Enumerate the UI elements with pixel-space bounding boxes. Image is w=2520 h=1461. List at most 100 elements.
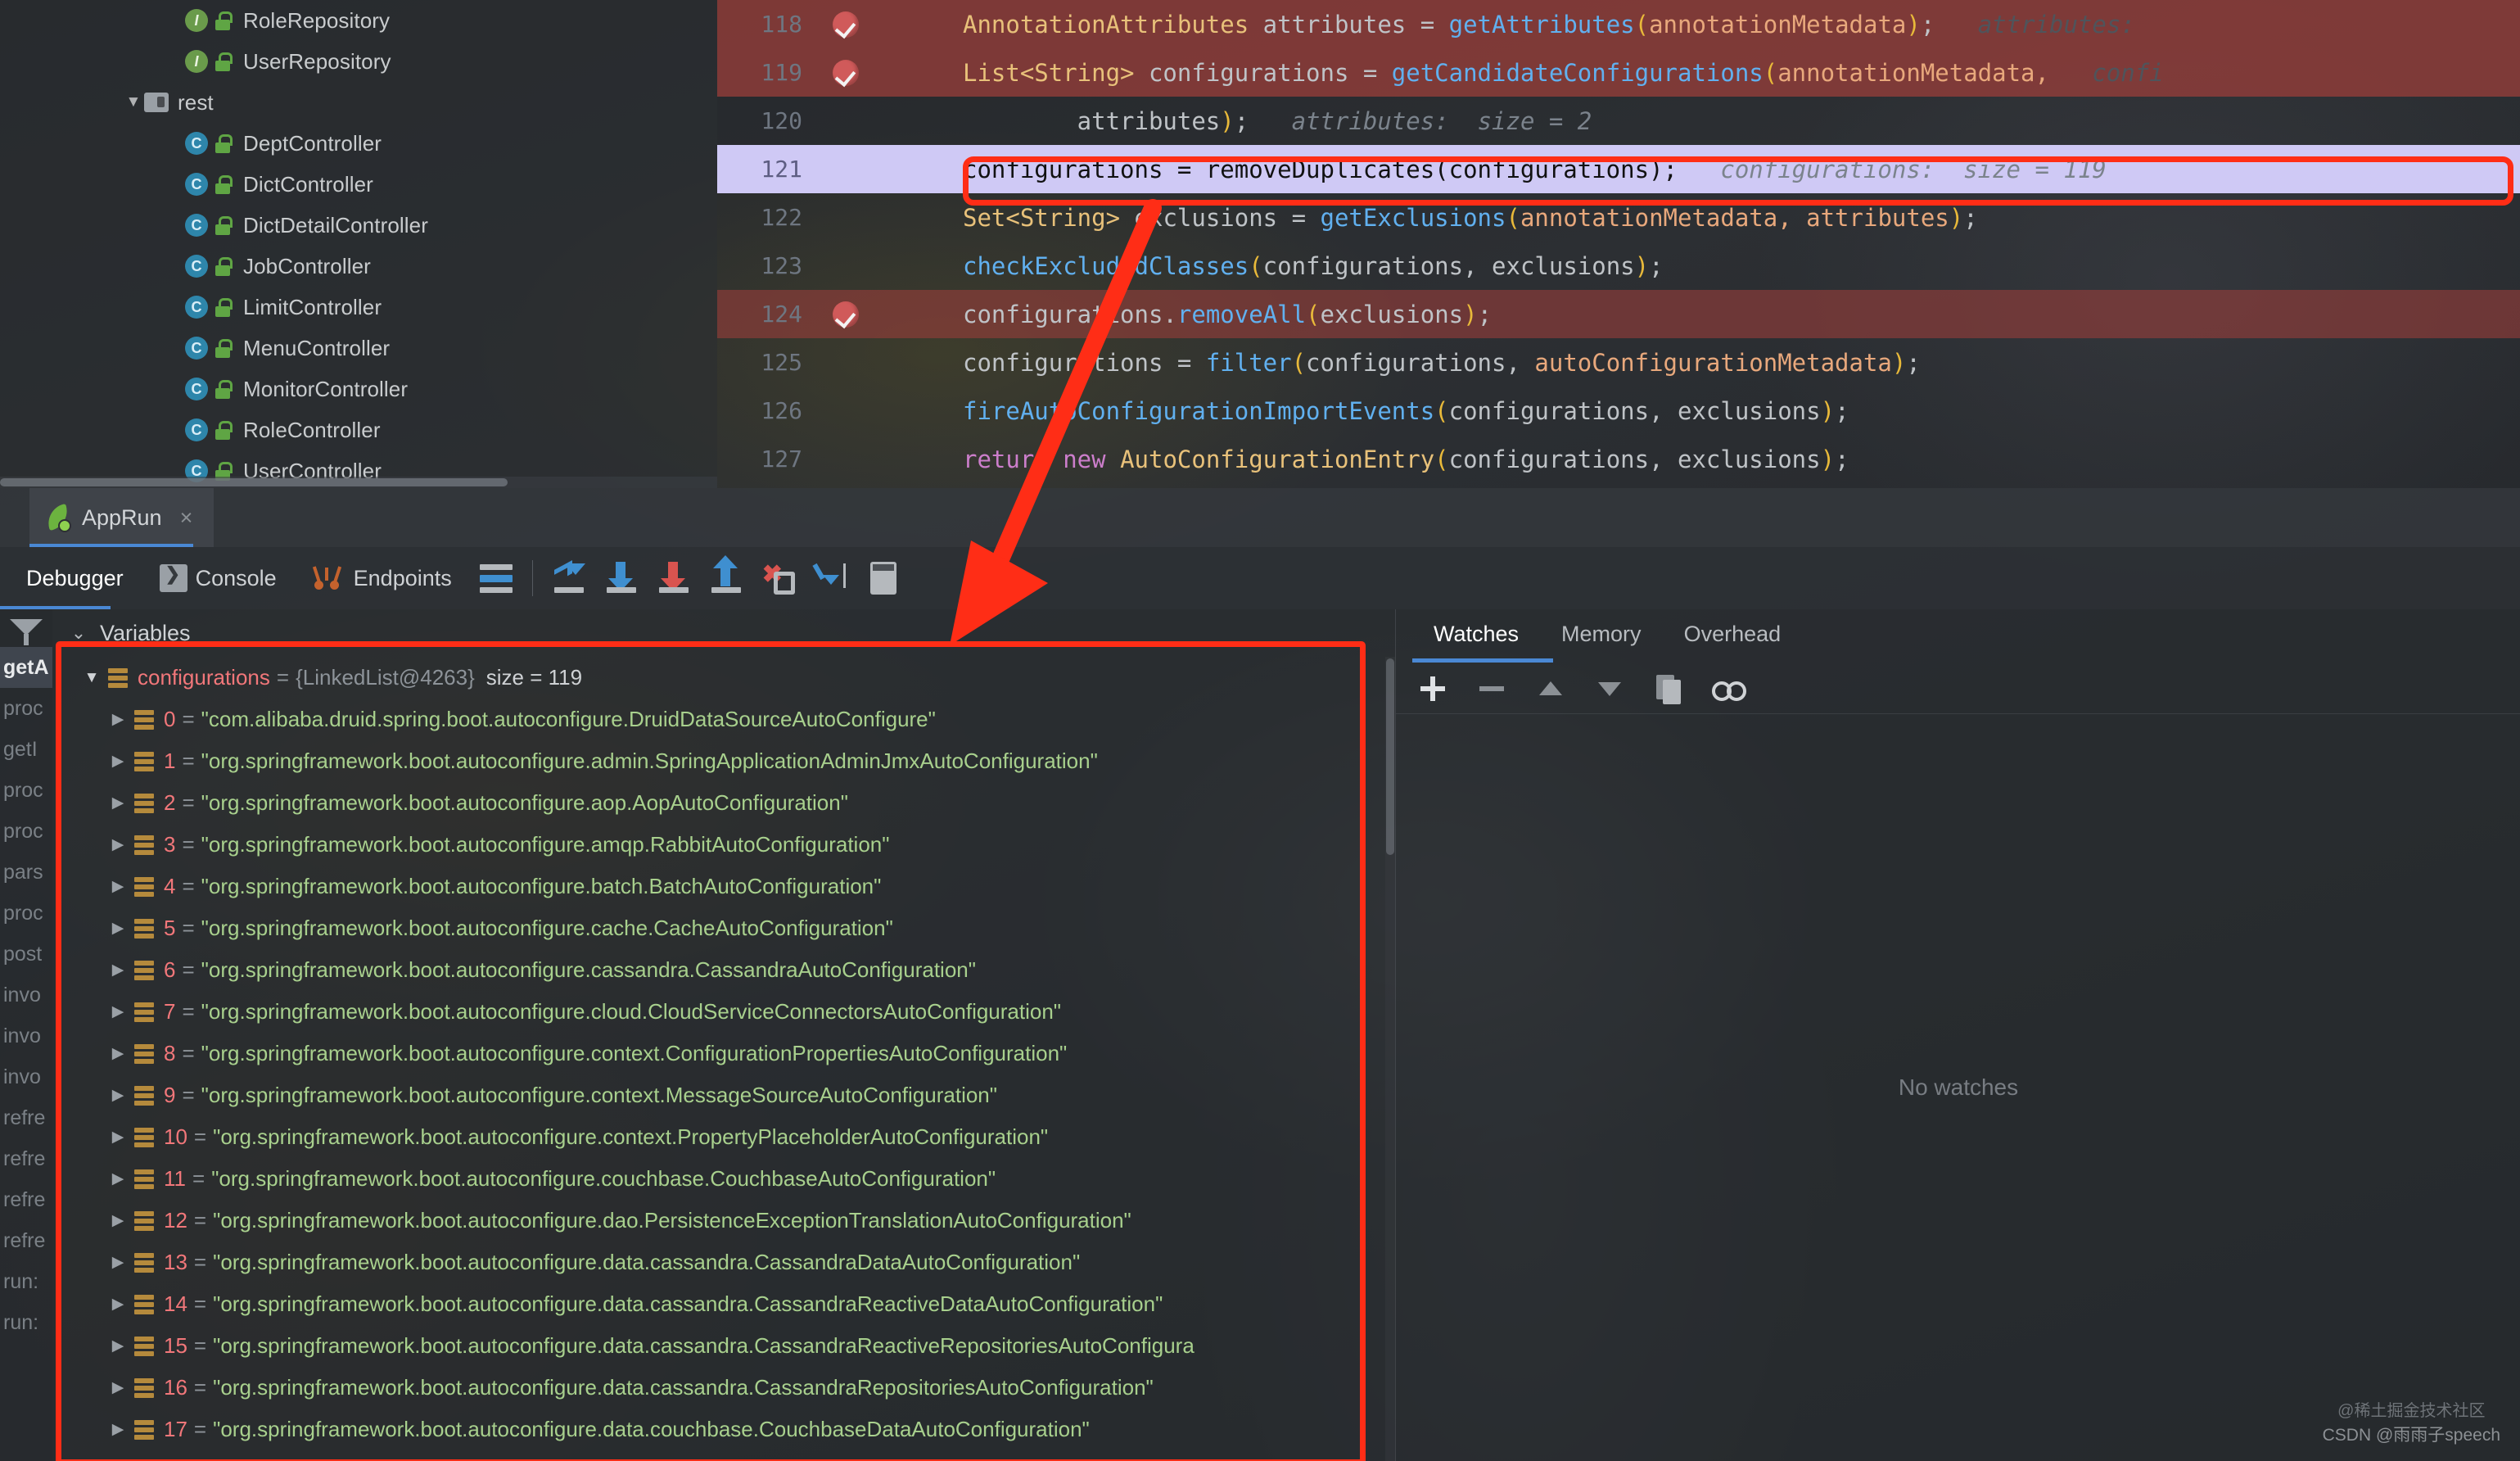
- move-up-icon[interactable]: [1532, 670, 1569, 708]
- expand-twisty-icon[interactable]: ▶: [102, 1169, 134, 1188]
- breakpoint-icon[interactable]: [833, 301, 859, 328]
- variable-item-row[interactable]: ▶ 6 = "org.springframework.boot.autoconfigu…: [52, 949, 1395, 991]
- variable-item-row[interactable]: ▶ 9 = "org.springframework.boot.autoconfigu…: [52, 1074, 1395, 1116]
- variable-item-row[interactable]: ▶ 16 = "org.springframework.boot.autoconfig…: [52, 1367, 1395, 1409]
- variable-item-row[interactable]: ▶ 7 = "org.springframework.boot.autoconfigu…: [52, 991, 1395, 1033]
- inspect-icon[interactable]: [1709, 670, 1746, 708]
- variables-panel[interactable]: ⌄ Variables ▼ configurations = {LinkedLi…: [52, 609, 1395, 1461]
- expand-twisty-icon[interactable]: ▶: [102, 1002, 134, 1021]
- tree-item-rolerepository[interactable]: I RoleRepository: [0, 0, 717, 41]
- code-line-118[interactable]: 118 AnnotationAttributes attributes = get…: [717, 0, 2520, 48]
- code-line-126[interactable]: 126 fireAutoConfigurationImportEvents(con…: [717, 387, 2520, 435]
- code-line-124[interactable]: 124 configurations.removeAll(exclusions);: [717, 290, 2520, 338]
- step-over-icon[interactable]: [548, 557, 590, 599]
- tab-debugger[interactable]: Debugger: [0, 566, 142, 591]
- expand-twisty-icon[interactable]: ▶: [102, 961, 134, 979]
- tree-item-jobcontroller[interactable]: C JobController: [0, 246, 717, 287]
- expand-twisty-icon[interactable]: ▶: [102, 1337, 134, 1355]
- tree-item-monitorcontroller[interactable]: C MonitorController: [0, 369, 717, 409]
- frame-row[interactable]: refre: [0, 1220, 52, 1261]
- close-icon[interactable]: ×: [180, 505, 193, 531]
- expand-twisty-icon[interactable]: ▶: [102, 1253, 134, 1272]
- variable-item-row[interactable]: ▶ 13 = "org.springframework.boot.autoconfig…: [52, 1242, 1395, 1283]
- variable-item-row[interactable]: ▶ 8 = "org.springframework.boot.autoconfigu…: [52, 1033, 1395, 1074]
- tree-item-userrepository[interactable]: I UserRepository: [0, 41, 717, 82]
- force-step-into-icon[interactable]: [653, 557, 695, 599]
- expand-twisty-icon[interactable]: ▶: [102, 1086, 134, 1105]
- add-watch-icon[interactable]: [1414, 670, 1452, 708]
- expand-twisty-icon[interactable]: ▶: [102, 1295, 134, 1314]
- frame-row[interactable]: proc: [0, 688, 52, 729]
- variables-vertical-scrollbar[interactable]: [1385, 657, 1395, 1461]
- breakpoint-gutter[interactable]: [815, 59, 876, 86]
- frames-panel[interactable]: getA proc getI proc proc pars proc post invo invo…: [0, 609, 52, 1461]
- watches-panel[interactable]: Watches Memory Overhead No watches: [1395, 609, 2520, 1461]
- variable-item-row[interactable]: ▶ 0 = "com.alibaba.druid.spring.boot.autoco…: [52, 699, 1395, 740]
- code-line-120[interactable]: 120 attributes); attributes: size = 2: [717, 97, 2520, 145]
- frame-row[interactable]: invo: [0, 1015, 52, 1056]
- frame-row[interactable]: invo: [0, 975, 52, 1015]
- variable-item-row[interactable]: ▶ 3 = "org.springframework.boot.autoconfigu…: [52, 824, 1395, 866]
- tree-item-deptcontroller[interactable]: C DeptController: [0, 123, 717, 164]
- variable-item-row[interactable]: ▶ 14 = "org.springframework.boot.autoconfig…: [52, 1283, 1395, 1325]
- variable-item-row[interactable]: ▶18="org.springframework.boot.autoconfig…: [52, 1450, 1395, 1461]
- tab-overhead[interactable]: Overhead: [1663, 622, 1803, 647]
- code-line-127[interactable]: 127 return new AutoConfigurationEntry(con…: [717, 435, 2520, 483]
- breakpoint-gutter[interactable]: [815, 11, 876, 38]
- expand-twisty-icon[interactable]: ▶: [102, 794, 134, 812]
- expand-twisty-icon[interactable]: ▶: [102, 835, 134, 854]
- frame-row[interactable]: post: [0, 934, 52, 975]
- expand-twisty-icon[interactable]: ▼: [75, 669, 108, 687]
- move-down-icon[interactable]: [1591, 670, 1628, 708]
- expand-twisty-icon[interactable]: ▶: [102, 710, 134, 729]
- frame-row[interactable]: refre: [0, 1138, 52, 1179]
- variable-item-row[interactable]: ▶ 15 = "org.springframework.boot.autoconfig…: [52, 1325, 1395, 1367]
- variable-item-row[interactable]: ▶ 11 = "org.springframework.boot.autoconfig…: [52, 1158, 1395, 1200]
- expand-twisty-icon[interactable]: ▶: [102, 1211, 134, 1230]
- tree-item-rest[interactable]: ▼ rest: [0, 82, 717, 123]
- frame-row[interactable]: refre: [0, 1097, 52, 1138]
- chevron-down-icon[interactable]: ⌄: [57, 622, 100, 644]
- variable-root-row[interactable]: ▼ configurations = {LinkedList@4263} siz…: [52, 657, 1395, 699]
- breakpoint-gutter[interactable]: [815, 301, 876, 328]
- variable-item-row[interactable]: ▶ 4 = "org.springframework.boot.autoconfigu…: [52, 866, 1395, 907]
- frame-row[interactable]: run:: [0, 1261, 52, 1302]
- drop-frame-icon[interactable]: ✖: [757, 557, 800, 599]
- variable-item-row[interactable]: ▶ 2 = "org.springframework.boot.autoconfigu…: [52, 782, 1395, 824]
- run-tab-apprun[interactable]: AppRun ×: [29, 488, 215, 547]
- breakpoint-icon[interactable]: [833, 59, 859, 86]
- tab-endpoints[interactable]: Endpoints: [295, 564, 470, 592]
- variables-header[interactable]: ⌄ Variables: [52, 609, 1395, 657]
- variable-item-row[interactable]: ▶ 10 = "org.springframework.boot.autoconfig…: [52, 1116, 1395, 1158]
- tree-item-limitcontroller[interactable]: C LimitController: [0, 287, 717, 328]
- tab-console[interactable]: Console: [142, 563, 295, 592]
- show-execution-point-icon[interactable]: [475, 557, 517, 599]
- frame-row[interactable]: pars: [0, 852, 52, 893]
- frame-row[interactable]: proc: [0, 811, 52, 852]
- breakpoint-icon[interactable]: [833, 11, 859, 38]
- tree-item-dictcontroller[interactable]: C DictController: [0, 164, 717, 205]
- filter-icon[interactable]: [10, 619, 43, 647]
- project-horizontal-scrollbar[interactable]: [0, 477, 717, 488]
- frame-row[interactable]: invo: [0, 1056, 52, 1097]
- frame-row[interactable]: proc: [0, 893, 52, 934]
- remove-watch-icon[interactable]: [1473, 670, 1511, 708]
- project-tool-window[interactable]: I RoleRepository I UserRepository ▼ rest C Dept…: [0, 0, 717, 488]
- code-line-122[interactable]: 122 Set<String> exclusions = getExclusion…: [717, 193, 2520, 242]
- frame-row[interactable]: run:: [0, 1302, 52, 1343]
- expand-twisty-icon[interactable]: ▶: [102, 1378, 134, 1397]
- variable-item-row[interactable]: ▶ 17 = "org.springframework.boot.autoconfig…: [52, 1409, 1395, 1450]
- code-line-125[interactable]: 125 configurations = filter(configuration…: [717, 338, 2520, 387]
- variable-item-row[interactable]: ▶ 5 = "org.springframework.boot.autoconfigu…: [52, 907, 1395, 949]
- code-line-123[interactable]: 123 checkExcludedClasses(configurations, …: [717, 242, 2520, 290]
- tab-watches[interactable]: Watches: [1412, 622, 1540, 647]
- tab-memory[interactable]: Memory: [1540, 622, 1663, 647]
- variable-item-row[interactable]: ▶ 12 = "org.springframework.boot.autoconfig…: [52, 1200, 1395, 1242]
- expand-twisty-icon[interactable]: ▶: [102, 1420, 134, 1439]
- variables-list[interactable]: ▼ configurations = {LinkedList@4263} siz…: [52, 657, 1395, 1461]
- tree-item-rolecontroller[interactable]: C RoleController: [0, 409, 717, 450]
- evaluate-expression-icon[interactable]: [862, 557, 905, 599]
- copy-icon[interactable]: [1650, 670, 1687, 708]
- variable-item-row[interactable]: ▶ 1 = "org.springframework.boot.autoconfigu…: [52, 740, 1395, 782]
- expand-twisty-icon[interactable]: ▶: [102, 752, 134, 771]
